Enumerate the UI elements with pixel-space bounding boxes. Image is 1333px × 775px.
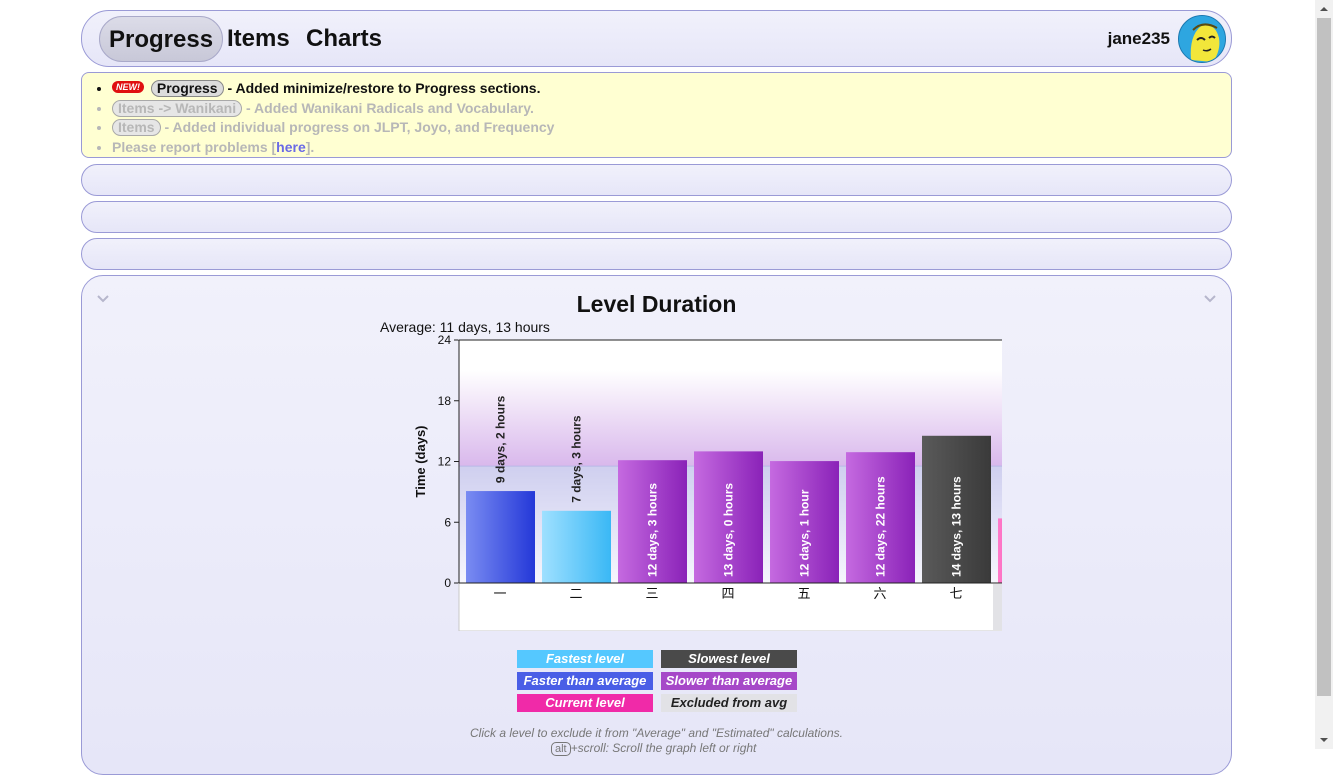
- announcement-item: Items - Added individual progress on JLP…: [112, 118, 1231, 138]
- collapsed-section-1[interactable]: [81, 164, 1232, 196]
- new-badge: NEW!: [112, 81, 144, 93]
- announcement-item: NEW! Progress - Added minimize/restore t…: [112, 79, 1231, 99]
- chart-title: Level Duration: [576, 291, 737, 317]
- x-tick-label: 二: [569, 587, 582, 602]
- bar-label: 12 days, 1 hour: [798, 489, 812, 577]
- tab-items[interactable]: Items: [218, 16, 299, 62]
- bar-2[interactable]: [542, 510, 611, 583]
- top-nav: Progress Items Charts jane235: [81, 10, 1232, 67]
- x-tick-label: 五: [797, 587, 810, 602]
- report-text: Please report problems [: [112, 138, 277, 155]
- x-tick-label: 六: [873, 587, 886, 602]
- x-tick-label: 三: [645, 587, 658, 602]
- legend-faster: Faster than average: [517, 672, 653, 690]
- announcement-item: Items -> Wanikani - Added Wanikani Radic…: [112, 99, 1231, 119]
- x-tick-label: 四: [721, 587, 734, 602]
- bar-label: 14 days, 13 hours: [950, 476, 964, 577]
- x-tick-label: 一: [493, 587, 506, 602]
- level-duration-chart: 0 6 12 18 24 Time (days) 9 days, 2 hours 一 7 day…: [413, 333, 1002, 631]
- level-duration-section: Level Duration Average: 11 days, 13 hour…: [81, 275, 1232, 775]
- chart-hint: Click a level to exclude it from "Averag…: [470, 726, 843, 740]
- y-tick-label: 6: [444, 515, 451, 529]
- x-tick-label: 七: [949, 587, 962, 602]
- announcement-item: Please report problems [here].: [112, 138, 1231, 158]
- report-link[interactable]: here: [276, 139, 306, 155]
- tag-progress[interactable]: Progress: [150, 80, 224, 97]
- announcements: NEW! Progress - Added minimize/restore t…: [81, 72, 1232, 158]
- legend-fastest: Fastest level: [517, 650, 653, 668]
- announcement-text: - Added individual progress on JLPT, Joy…: [160, 119, 555, 135]
- tab-charts[interactable]: Charts: [297, 16, 391, 62]
- y-tick-label: 24: [438, 333, 452, 347]
- bar-8[interactable]: [998, 518, 1002, 583]
- username[interactable]: jane235: [1108, 29, 1170, 49]
- bar-label: 13 days, 0 hours: [722, 483, 736, 577]
- legend-slowest: Slowest level: [661, 650, 797, 668]
- excluded-highlight: [993, 584, 1002, 630]
- collapsed-section-3[interactable]: [81, 238, 1232, 270]
- bar-label: 9 days, 2 hours: [494, 395, 508, 483]
- bar-label: 12 days, 22 hours: [874, 476, 888, 577]
- vertical-scrollbar[interactable]: [1315, 0, 1333, 749]
- bar-label: 12 days, 3 hours: [646, 483, 660, 577]
- alt-key: alt: [551, 742, 571, 756]
- y-tick-label: 0: [444, 576, 451, 590]
- tag-items[interactable]: Items: [112, 119, 161, 136]
- legend-slower: Slower than average: [661, 672, 797, 690]
- collapsed-section-2[interactable]: [81, 201, 1232, 233]
- bar-1[interactable]: [466, 491, 535, 583]
- scroll-up-icon[interactable]: [1319, 4, 1329, 14]
- avatar[interactable]: [1178, 15, 1226, 63]
- announcement-text: - Added Wanikani Radicals and Vocabulary…: [242, 99, 534, 116]
- tag-items-wanikani[interactable]: Items -> Wanikani: [112, 99, 243, 117]
- scroll-thumb[interactable]: [1317, 18, 1331, 696]
- legend-current: Current level: [517, 694, 653, 712]
- avatar-icon: [1179, 16, 1225, 62]
- legend-excluded: Excluded from avg: [661, 694, 797, 712]
- y-tick-label: 18: [438, 394, 452, 408]
- tab-progress[interactable]: Progress: [99, 16, 224, 62]
- y-tick-label: 12: [438, 455, 452, 469]
- scroll-hint-text: +scroll: Scroll the graph left or right: [570, 741, 757, 755]
- y-axis-label: Time (days): [413, 425, 428, 497]
- report-suffix: ].: [305, 138, 315, 155]
- announcement-text: - Added minimize/restore to Progress sec…: [223, 80, 541, 96]
- bar-label: 7 days, 3 hours: [570, 415, 584, 503]
- scroll-down-icon[interactable]: [1319, 735, 1329, 745]
